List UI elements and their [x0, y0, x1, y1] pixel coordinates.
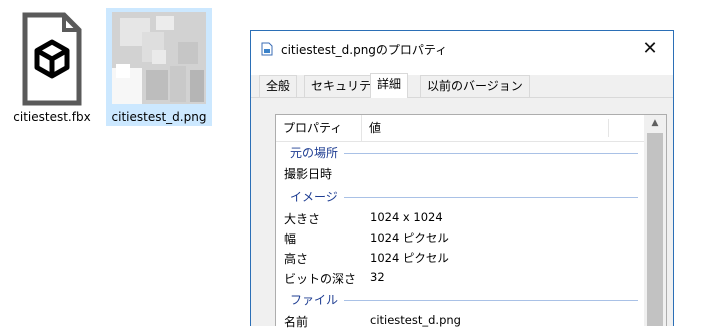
property-row-name[interactable]: 名前 citiestest_d.png: [276, 311, 644, 331]
file-label: citiestest_d.png: [111, 110, 207, 124]
property-row-bit-depth[interactable]: ビットの深さ 32: [276, 268, 644, 288]
tab-previous-versions[interactable]: 以前のバージョン: [420, 75, 530, 97]
group-label: イメージ: [290, 188, 344, 205]
close-button[interactable]: ✕: [627, 31, 673, 67]
fbx-file-icon: [22, 12, 82, 106]
property-name: 大きさ: [284, 212, 321, 226]
property-value: citiestest_d.png: [370, 313, 461, 327]
property-row-width[interactable]: 幅 1024 ピクセル: [276, 228, 644, 248]
group-origin: 元の場所: [276, 144, 644, 162]
scroll-up-button[interactable]: ▲: [644, 115, 666, 132]
file-item-citiestest-d-png[interactable]: citiestest_d.png: [106, 8, 212, 126]
property-row-dimensions[interactable]: 大きさ 1024 x 1024: [276, 208, 644, 228]
properties-dialog: citiestest_d.pngのプロパティ ✕ 全般 セキュリティ 詳細 以前…: [250, 30, 674, 329]
property-name: 幅: [284, 232, 297, 246]
file-label: citiestest.fbx: [13, 110, 91, 124]
details-panel: プロパティ 値 元の場所 撮影日時 イメージ 大きさ 1024 x 1024 幅…: [251, 97, 673, 329]
tab-general[interactable]: 全般: [259, 75, 298, 97]
property-value: 1024 ピクセル: [370, 231, 449, 245]
column-divider: [608, 119, 609, 137]
scroll-thumb[interactable]: [647, 133, 663, 326]
property-value: 1024 x 1024: [370, 210, 443, 224]
group-label: 元の場所: [290, 144, 345, 161]
chevron-up-icon: ▲: [651, 118, 659, 128]
property-list[interactable]: プロパティ 値 元の場所 撮影日時 イメージ 大きさ 1024 x 1024 幅…: [275, 114, 667, 329]
property-name: 名前: [284, 315, 309, 329]
close-icon: ✕: [642, 38, 658, 59]
property-row-height[interactable]: 高さ 1024 ピクセル: [276, 248, 644, 268]
file-item-citiestest-fbx[interactable]: citiestest.fbx: [10, 8, 94, 126]
column-header-value[interactable]: 値: [362, 115, 381, 141]
dialog-title: citiestest_d.pngのプロパティ: [281, 43, 448, 57]
column-header: プロパティ 値: [276, 115, 644, 142]
column-header-property[interactable]: プロパティ: [276, 115, 362, 141]
group-file: ファイル: [276, 291, 644, 309]
tab-details[interactable]: 詳細: [370, 73, 409, 98]
title-bar[interactable]: citiestest_d.pngのプロパティ ✕: [251, 31, 673, 67]
property-name: 撮影日時: [284, 167, 333, 181]
property-row-date-taken[interactable]: 撮影日時: [276, 163, 644, 183]
property-name: 高さ: [284, 252, 309, 266]
image-file-icon: [261, 42, 273, 56]
property-value: 1024 ピクセル: [370, 251, 449, 265]
property-name: ビットの深さ: [284, 272, 357, 286]
png-thumbnail: [112, 12, 206, 104]
group-label: ファイル: [290, 291, 345, 308]
property-value: 32: [370, 270, 385, 284]
group-image: イメージ: [276, 188, 644, 206]
vertical-scrollbar[interactable]: ▲: [644, 115, 666, 326]
